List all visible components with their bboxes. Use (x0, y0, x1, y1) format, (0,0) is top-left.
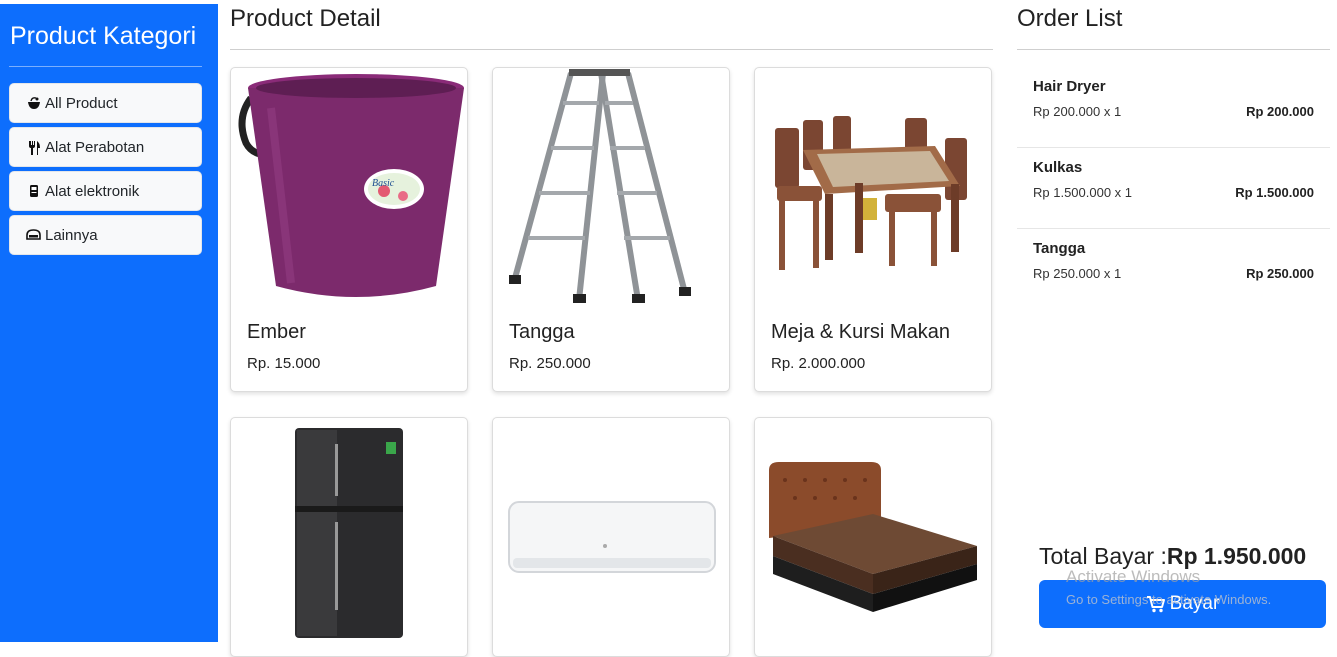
order-item-qty: Rp 200.000 x 1 (1033, 104, 1122, 119)
order-item-name: Kulkas (1033, 159, 1083, 176)
product-image-air-conditioner (493, 418, 729, 656)
total-label: Total Bayar : (1039, 543, 1167, 569)
category-label: All Product (45, 94, 118, 112)
product-card-meja-kursi[interactable]: Meja & Kursi Makan Rp. 2.000.000 (754, 67, 992, 392)
product-name: Meja & Kursi Makan (771, 321, 950, 343)
category-lainnya-button[interactable]: Lainnya (9, 215, 202, 255)
category-label: Alat Perabotan (45, 138, 145, 156)
order-item-name: Hair Dryer (1033, 78, 1106, 95)
order-item: Hair Dryer Rp 200.000 x 1 Rp 200.000 (1017, 67, 1330, 148)
cart-icon (1146, 596, 1165, 613)
product-detail-title: Product Detail (230, 5, 381, 32)
product-price: Rp. 250.000 (509, 355, 591, 372)
product-card-air-conditioner[interactable] (492, 417, 730, 657)
svg-text:Basic: Basic (372, 178, 395, 189)
order-list-title: Order List (1017, 5, 1123, 32)
sidebar-title: Product Kategori (10, 22, 197, 50)
product-image-bed (755, 418, 991, 656)
order-item-subtotal: Rp 1.500.000 (1235, 185, 1314, 200)
order-item-name: Tangga (1033, 240, 1086, 257)
product-image-dining-set (755, 68, 991, 308)
electronics-icon (26, 183, 41, 199)
order-item-qty: Rp 250.000 x 1 (1033, 266, 1122, 281)
order-item: Tangga Rp 250.000 x 1 Rp 250.000 (1017, 229, 1330, 310)
order-item-subtotal: Rp 200.000 (1246, 104, 1314, 119)
product-card-ember[interactable]: Basic Ember Rp. 15.000 (230, 67, 468, 392)
category-label: Alat elektronik (45, 182, 140, 200)
product-card-refrigerator[interactable] (230, 417, 468, 657)
product-name: Ember (247, 321, 306, 343)
order-item: Kulkas Rp 1.500.000 x 1 Rp 1.500.000 (1017, 148, 1330, 229)
category-alat-perabotan-button[interactable]: Alat Perabotan (9, 127, 202, 167)
product-image-bucket: Basic (231, 68, 467, 308)
product-price: Rp. 15.000 (247, 355, 321, 372)
order-list-divider (1017, 49, 1330, 50)
product-image-refrigerator (231, 418, 467, 656)
product-price: Rp. 2.000.000 (771, 355, 866, 372)
total-value: Rp 1.950.000 (1166, 543, 1307, 569)
bayar-button[interactable]: Bayar (1039, 580, 1326, 628)
utensils-icon (26, 139, 41, 155)
order-item-qty: Rp 1.500.000 x 1 (1033, 185, 1133, 200)
product-image-ladder (493, 68, 729, 308)
sidebar-divider (9, 66, 202, 67)
bowl-icon (26, 95, 41, 111)
product-card-bed[interactable] (754, 417, 992, 657)
product-card-tangga[interactable]: Tangga Rp. 250.000 (492, 67, 730, 392)
category-sidebar: Product Kategori All Product Alat Perabo… (0, 4, 218, 642)
product-name: Tangga (509, 321, 575, 343)
misc-icon (26, 227, 41, 243)
category-alat-elektronik-button[interactable]: Alat elektronik (9, 171, 202, 211)
product-detail-divider (230, 49, 993, 50)
category-label: Lainnya (45, 226, 98, 244)
order-item-subtotal: Rp 250.000 (1246, 266, 1314, 281)
category-all-product-button[interactable]: All Product (9, 83, 202, 123)
bayar-label: Bayar (1169, 593, 1220, 614)
total-bayar: Total Bayar :Rp 1.950.000 (1039, 543, 1306, 570)
